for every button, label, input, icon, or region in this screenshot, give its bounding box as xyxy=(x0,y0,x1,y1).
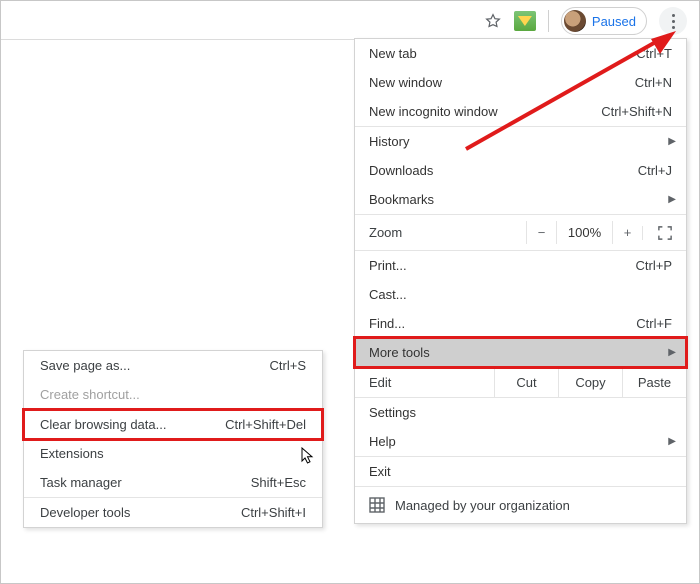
profile-chip[interactable]: Paused xyxy=(561,7,647,35)
menu-help[interactable]: Help ▶ xyxy=(355,427,686,456)
star-icon[interactable] xyxy=(484,12,502,30)
edit-label: Edit xyxy=(355,368,494,397)
chevron-right-icon: ▶ xyxy=(668,194,676,205)
submenu-save-page[interactable]: Save page as... Ctrl+S xyxy=(24,351,322,380)
fullscreen-button[interactable] xyxy=(642,226,686,240)
menu-bookmarks[interactable]: Bookmarks ▶ xyxy=(355,185,686,214)
organization-icon xyxy=(369,497,385,513)
omnibox-edge xyxy=(1,39,355,40)
chevron-right-icon: ▶ xyxy=(668,347,676,358)
menu-new-tab[interactable]: New tab Ctrl+T xyxy=(355,39,686,68)
submenu-create-shortcut: Create shortcut... xyxy=(24,380,322,409)
menu-settings[interactable]: Settings xyxy=(355,398,686,427)
zoom-percent: 100% xyxy=(556,221,612,244)
menu-find[interactable]: Find... Ctrl+F xyxy=(355,309,686,338)
managed-notice[interactable]: Managed by your organization xyxy=(355,487,686,523)
kebab-menu-button[interactable] xyxy=(659,7,687,35)
menu-cast[interactable]: Cast... xyxy=(355,280,686,309)
menu-history[interactable]: History ▶ xyxy=(355,127,686,156)
cursor-icon xyxy=(301,447,315,467)
menu-exit[interactable]: Exit xyxy=(355,457,686,486)
menu-new-window[interactable]: New window Ctrl+N xyxy=(355,68,686,97)
zoom-label: Zoom xyxy=(369,225,526,240)
cut-button[interactable]: Cut xyxy=(494,368,558,397)
zoom-out-button[interactable]: − xyxy=(526,221,556,244)
toolbar: Paused xyxy=(484,7,687,35)
menu-edit: Edit Cut Copy Paste xyxy=(355,368,686,397)
submenu-clear-browsing-data[interactable]: Clear browsing data... Ctrl+Shift+Del xyxy=(24,410,322,439)
extension-icon[interactable] xyxy=(514,11,536,31)
more-tools-submenu: Save page as... Ctrl+S Create shortcut..… xyxy=(23,350,323,528)
menu-more-tools[interactable]: More tools ▶ xyxy=(355,338,686,367)
chevron-right-icon: ▶ xyxy=(668,436,676,447)
submenu-task-manager[interactable]: Task manager Shift+Esc xyxy=(24,468,322,497)
menu-downloads[interactable]: Downloads Ctrl+J xyxy=(355,156,686,185)
paste-button[interactable]: Paste xyxy=(622,368,686,397)
managed-label: Managed by your organization xyxy=(395,498,570,513)
menu-incognito[interactable]: New incognito window Ctrl+Shift+N xyxy=(355,97,686,126)
submenu-developer-tools[interactable]: Developer tools Ctrl+Shift+I xyxy=(24,498,322,527)
main-menu: New tab Ctrl+T New window Ctrl+N New inc… xyxy=(354,38,687,524)
zoom-in-button[interactable]: + xyxy=(612,221,642,244)
divider xyxy=(548,10,549,32)
chevron-right-icon: ▶ xyxy=(668,136,676,147)
submenu-extensions[interactable]: Extensions xyxy=(24,439,322,468)
paused-label: Paused xyxy=(592,14,636,29)
copy-button[interactable]: Copy xyxy=(558,368,622,397)
menu-print[interactable]: Print... Ctrl+P xyxy=(355,251,686,280)
menu-zoom: Zoom − 100% + xyxy=(355,215,686,250)
avatar xyxy=(564,10,586,32)
